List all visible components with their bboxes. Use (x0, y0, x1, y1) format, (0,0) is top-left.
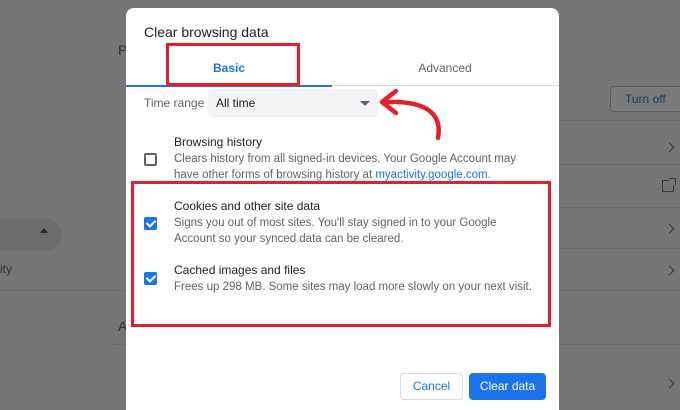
dialog-title: Clear browsing data (144, 24, 269, 40)
bg-chevron-up-icon (40, 228, 48, 233)
option-description: Clears history from all signed-in device… (174, 151, 539, 183)
description-text: . (487, 169, 491, 181)
cancel-button[interactable]: Cancel (400, 373, 463, 400)
time-range-value: All time (216, 96, 256, 110)
option-title: Browsing history (174, 135, 263, 149)
annotation-highlight-basic-tab (166, 43, 300, 86)
bg-external-link-icon (662, 178, 676, 192)
clear-data-button[interactable]: Clear data (469, 373, 546, 400)
bg-turn-off-button: Turn off (610, 86, 680, 112)
time-range-select[interactable]: All time (208, 89, 378, 117)
bg-divider (560, 120, 680, 121)
annotation-arrow-icon (379, 88, 441, 141)
annotation-highlight-options (131, 181, 551, 327)
bg-sidebar-pill (0, 219, 62, 251)
tab-advanced[interactable]: Advanced (342, 52, 548, 86)
bg-divider (560, 248, 680, 249)
dropdown-arrow-icon (360, 101, 370, 106)
bg-divider (560, 164, 680, 165)
myactivity-link[interactable]: myactivity.google.com (375, 169, 487, 181)
bg-divider (560, 207, 680, 208)
browsing-history-checkbox[interactable] (144, 153, 157, 166)
time-range-label: Time range (144, 96, 205, 110)
bg-partial-text: ity (0, 262, 12, 276)
